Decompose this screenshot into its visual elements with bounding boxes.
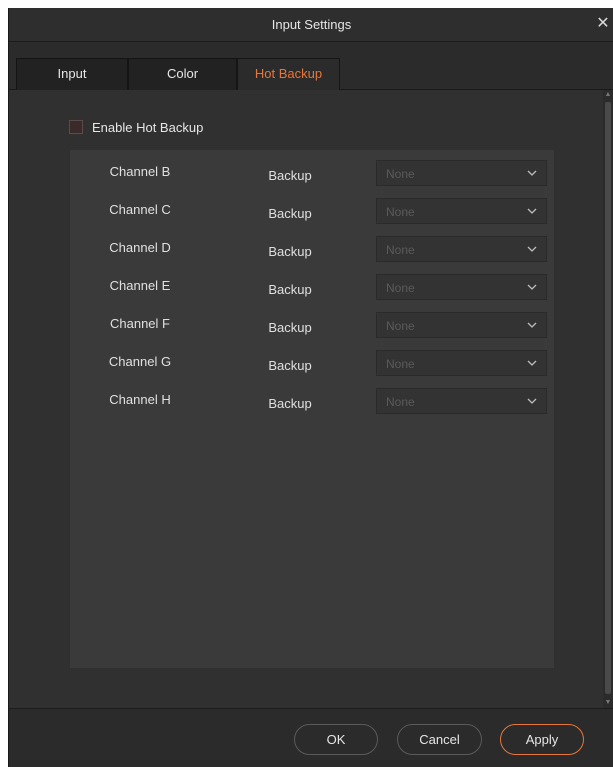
backup-source-select[interactable]: None (376, 388, 547, 414)
backup-source-select[interactable]: None (376, 274, 547, 300)
select-value: None (386, 395, 415, 409)
channel-name: Channel C (109, 202, 171, 217)
channel-list: Channel B Backup None Channel C Backup N… (70, 150, 554, 668)
backup-label: Backup (268, 168, 312, 183)
channel-name: Channel D (109, 240, 171, 255)
backup-source-select[interactable]: None (376, 350, 547, 376)
channel-row: Channel C Backup None (70, 198, 554, 224)
backup-source-select[interactable]: None (376, 312, 547, 338)
scroll-down-icon[interactable]: ▼ (604, 698, 612, 708)
chevron-down-icon (527, 208, 537, 214)
select-value: None (386, 357, 415, 371)
input-settings-dialog: Input Settings ✕ Input Color Hot Backup … (8, 8, 613, 767)
select-value: None (386, 243, 415, 257)
ok-button[interactable]: OK (294, 724, 378, 755)
select-value: None (386, 205, 415, 219)
enable-hot-backup-toggle[interactable]: Enable Hot Backup (69, 118, 203, 136)
channel-name: Channel B (109, 164, 171, 179)
backup-label: Backup (268, 396, 312, 411)
channel-row: Channel G Backup None (70, 350, 554, 376)
channel-name: Channel G (108, 354, 172, 369)
chevron-down-icon (527, 170, 537, 176)
tab-color[interactable]: Color (128, 58, 237, 90)
dialog-title: Input Settings (271, 17, 352, 32)
scroll-up-icon[interactable]: ▲ (604, 90, 612, 100)
title-bar: Input Settings ✕ (9, 8, 613, 42)
chevron-down-icon (527, 360, 537, 366)
backup-label: Backup (268, 244, 312, 259)
select-value: None (386, 319, 415, 333)
channel-row: Channel B Backup None (70, 160, 554, 186)
select-value: None (386, 281, 415, 295)
tab-bar: Input Color Hot Backup (9, 42, 613, 90)
tab-hot-backup[interactable]: Hot Backup (237, 58, 340, 90)
chevron-down-icon (527, 322, 537, 328)
channel-name: Channel F (110, 316, 170, 331)
hot-backup-panel: Enable Hot Backup Channel B Backup None … (9, 90, 604, 708)
backup-source-select[interactable]: None (376, 160, 547, 186)
channel-name: Channel H (109, 392, 171, 407)
enable-hot-backup-checkbox[interactable] (69, 120, 83, 134)
apply-button[interactable]: Apply (500, 724, 584, 755)
chevron-down-icon (527, 246, 537, 252)
close-icon[interactable]: ✕ (594, 13, 612, 35)
channel-row: Channel E Backup None (70, 274, 554, 300)
vertical-scrollbar[interactable]: ▲ ▼ (603, 90, 613, 708)
tab-input[interactable]: Input (16, 58, 128, 90)
backup-label: Backup (268, 282, 312, 297)
backup-source-select[interactable]: None (376, 236, 547, 262)
select-value: None (386, 167, 415, 181)
chevron-down-icon (527, 398, 537, 404)
backup-label: Backup (268, 206, 312, 221)
scroll-thumb[interactable] (605, 102, 611, 694)
enable-hot-backup-label: Enable Hot Backup (92, 119, 204, 135)
backup-source-select[interactable]: None (376, 198, 547, 224)
cancel-button[interactable]: Cancel (397, 724, 482, 755)
dialog-footer: OK Cancel Apply (9, 708, 613, 767)
channel-row: Channel H Backup None (70, 388, 554, 414)
chevron-down-icon (527, 284, 537, 290)
channel-row: Channel D Backup None (70, 236, 554, 262)
backup-label: Backup (268, 320, 312, 335)
channel-row: Channel F Backup None (70, 312, 554, 338)
channel-name: Channel E (109, 278, 171, 293)
backup-label: Backup (268, 358, 312, 373)
